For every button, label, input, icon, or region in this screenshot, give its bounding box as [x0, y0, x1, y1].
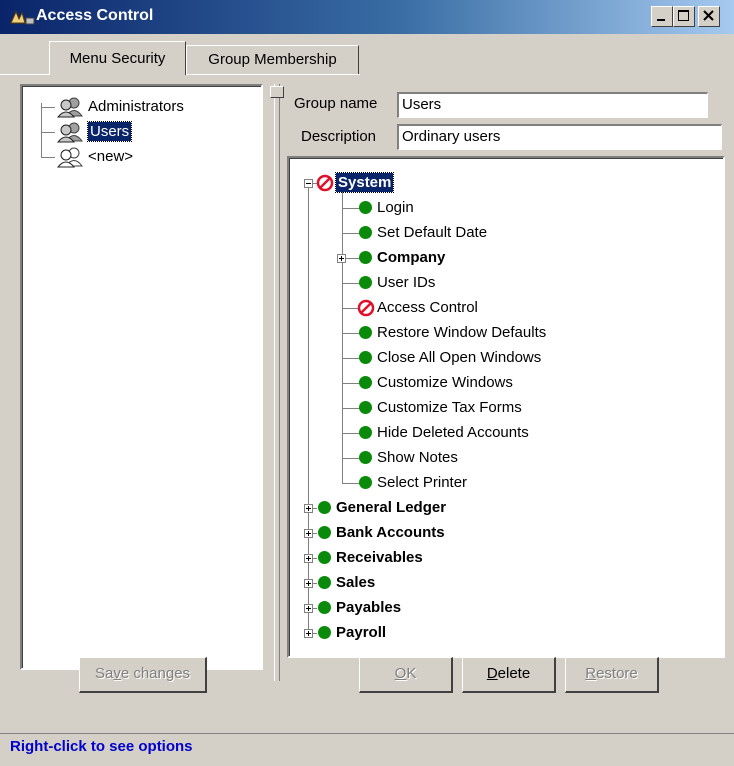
tab-group-membership[interactable]: Group Membership	[186, 45, 359, 74]
tree-line	[342, 208, 360, 209]
tree-line	[313, 583, 317, 584]
tree-item[interactable]: Select Printer	[377, 473, 467, 492]
allowed-icon	[318, 576, 331, 589]
tree-line	[342, 333, 360, 334]
tree-item[interactable]: Close All Open Windows	[377, 348, 541, 367]
expand-icon[interactable]	[304, 529, 313, 538]
tree-line	[41, 103, 42, 157]
tree-item[interactable]: Bank Accounts	[336, 523, 445, 542]
restore-button[interactable]: Restore	[565, 657, 659, 693]
tree-line	[313, 633, 317, 634]
group-label: Users	[86, 121, 133, 142]
tree-line	[342, 458, 360, 459]
expand-icon[interactable]	[304, 579, 313, 588]
allowed-icon	[318, 601, 331, 614]
tree-item[interactable]: Access Control	[377, 298, 478, 317]
group-label: Administrators	[88, 98, 184, 115]
minimize-button[interactable]	[651, 6, 673, 27]
description-label: Description	[301, 128, 377, 145]
tree-item[interactable]: Customize Windows	[377, 373, 513, 392]
tab-menu-security[interactable]: Menu Security	[49, 41, 186, 75]
user-group-icon	[56, 97, 83, 118]
allowed-icon	[318, 626, 331, 639]
maximize-icon	[678, 10, 689, 21]
tree-line	[313, 533, 317, 534]
ok-label: OK	[394, 665, 417, 682]
allowed-icon	[359, 326, 372, 339]
expand-icon[interactable]	[304, 629, 313, 638]
group-name-label: Group name	[294, 95, 378, 112]
tree-line	[41, 157, 55, 158]
window-title: Access Control	[36, 7, 154, 24]
delete-button[interactable]: Delete	[462, 657, 556, 693]
tree-item[interactable]: Payables	[336, 598, 401, 617]
group-name-input[interactable]: Users	[397, 92, 708, 118]
splitter[interactable]	[274, 84, 280, 681]
allowed-icon	[359, 276, 372, 289]
tree-item[interactable]: General Ledger	[336, 498, 446, 517]
groups-list[interactable]	[20, 84, 263, 670]
tree-item[interactable]: Payroll	[336, 623, 386, 642]
close-button[interactable]	[698, 6, 720, 27]
tree-line	[342, 192, 343, 483]
allowed-icon	[359, 376, 372, 389]
allowed-icon	[359, 401, 372, 414]
tree-line	[313, 508, 317, 509]
tree-item[interactable]: Hide Deleted Accounts	[377, 423, 529, 442]
allowed-icon	[359, 426, 372, 439]
tree-line	[313, 608, 317, 609]
tree-item[interactable]: Set Default Date	[377, 223, 487, 242]
tree-item[interactable]: Show Notes	[377, 448, 458, 467]
denied-icon	[316, 174, 334, 192]
user-group-outline-icon	[56, 147, 83, 168]
save-changes-button[interactable]: Save changes	[79, 657, 207, 693]
expand-icon[interactable]	[304, 604, 313, 613]
tree-item[interactable]: Sales	[336, 573, 375, 592]
expand-icon[interactable]	[304, 554, 313, 563]
tree-item[interactable]: User IDs	[377, 273, 435, 292]
allowed-icon	[318, 526, 331, 539]
delete-label: Delete	[486, 665, 531, 682]
app-icon	[10, 9, 36, 26]
tree-line	[313, 558, 317, 559]
expand-icon[interactable]	[337, 254, 346, 263]
tree-line	[342, 408, 360, 409]
splitter-handle[interactable]	[270, 86, 284, 98]
expand-icon[interactable]	[304, 504, 313, 513]
tree-line	[342, 233, 360, 234]
tree-item[interactable]: Customize Tax Forms	[377, 398, 522, 417]
allowed-icon	[318, 551, 331, 564]
tree-item[interactable]: Login	[377, 198, 414, 217]
tree-line	[342, 383, 360, 384]
tree-item[interactable]: Company	[377, 248, 445, 267]
allowed-icon	[359, 351, 372, 364]
tree-line	[41, 132, 55, 133]
save-changes-label: Save changes	[94, 665, 191, 682]
restore-label: Restore	[585, 665, 638, 682]
tree-item-system[interactable]: System	[334, 172, 395, 193]
denied-icon	[357, 299, 375, 317]
allowed-icon	[359, 226, 372, 239]
tree-line	[342, 433, 360, 434]
minimize-icon	[657, 19, 665, 21]
tree-line	[342, 283, 360, 284]
allowed-icon	[318, 501, 331, 514]
maximize-button[interactable]	[673, 6, 695, 27]
allowed-icon	[359, 201, 372, 214]
ok-button[interactable]: OK	[359, 657, 453, 693]
tree-line	[342, 358, 360, 359]
status-text: Right-click to see options	[10, 738, 193, 755]
group-label: <new>	[88, 148, 134, 165]
tree-item[interactable]: Restore Window Defaults	[377, 323, 546, 342]
tree-line	[41, 107, 55, 108]
user-group-icon	[56, 122, 83, 143]
close-icon	[703, 10, 714, 21]
tree-item[interactable]: Receivables	[336, 548, 423, 567]
collapse-icon[interactable]	[304, 179, 313, 188]
tree-line	[342, 483, 360, 484]
description-input[interactable]: Ordinary users	[397, 124, 722, 150]
allowed-icon	[359, 451, 372, 464]
allowed-icon	[359, 476, 372, 489]
allowed-icon	[359, 251, 372, 264]
